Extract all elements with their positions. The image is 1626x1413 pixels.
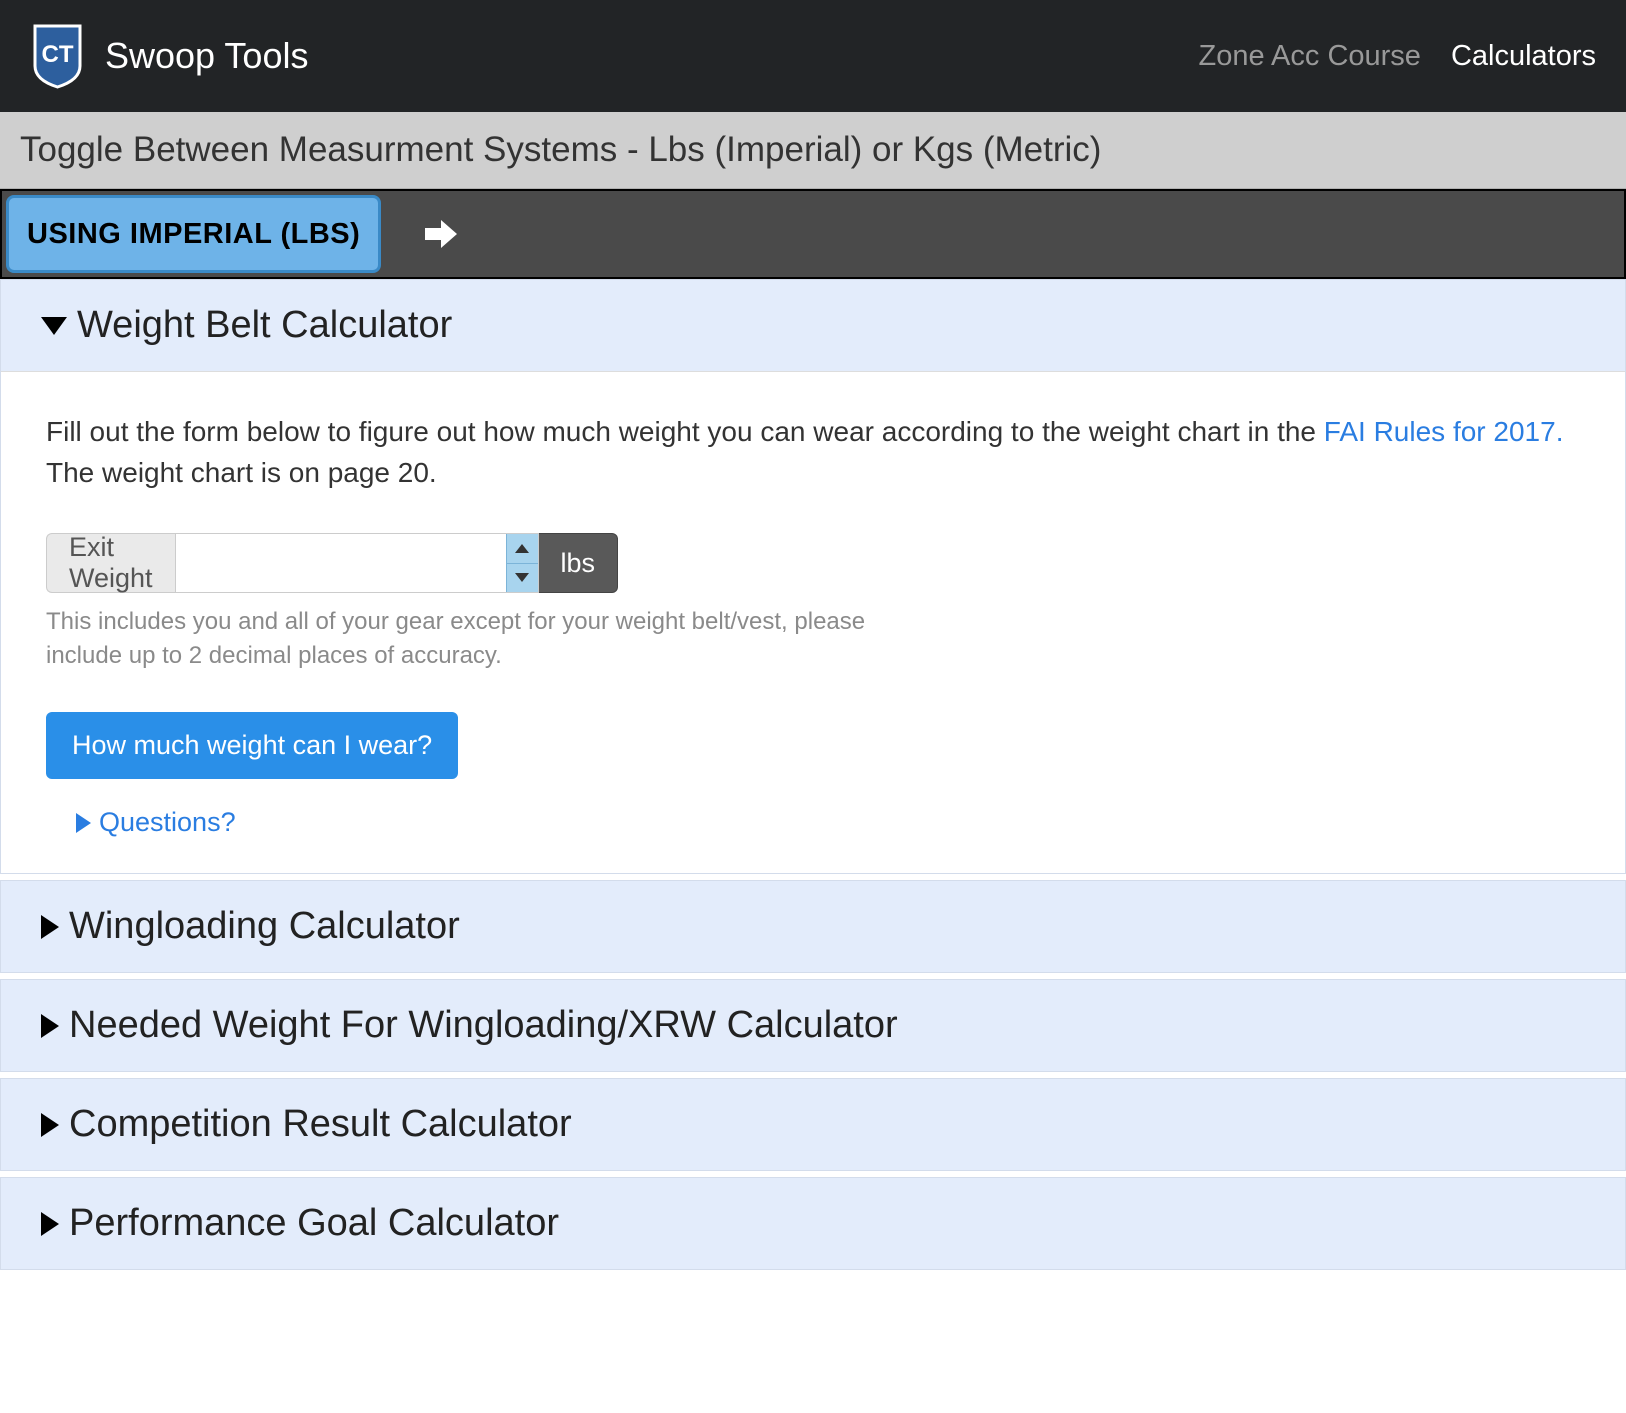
exit-weight-unit: lbs xyxy=(539,533,619,593)
exit-weight-label: Exit Weight xyxy=(46,533,175,593)
unit-toggle-next[interactable] xyxy=(385,191,497,277)
exit-weight-field-wrapper xyxy=(175,533,539,593)
nav-link-calculators[interactable]: Calculators xyxy=(1451,40,1596,73)
chevron-right-icon xyxy=(41,915,59,939)
brand-title[interactable]: Swoop Tools xyxy=(105,35,308,77)
accordion-title: Competition Result Calculator xyxy=(69,1103,572,1146)
exit-weight-input[interactable] xyxy=(176,534,506,592)
caret-down-icon xyxy=(515,573,529,582)
logo-icon: CT xyxy=(30,24,85,89)
chevron-right-icon xyxy=(41,1212,59,1236)
accordion-header-competition-result[interactable]: Competition Result Calculator xyxy=(1,1079,1625,1170)
fai-rules-link[interactable]: FAI Rules for 2017. xyxy=(1324,416,1564,447)
navbar: CT Swoop Tools Zone Acc Course Calculato… xyxy=(0,0,1626,112)
accordion-title: Needed Weight For Wingloading/XRW Calcul… xyxy=(69,1004,898,1047)
exit-weight-help: This includes you and all of your gear e… xyxy=(46,605,896,672)
accordion-title: Weight Belt Calculator xyxy=(77,304,452,347)
navbar-left: CT Swoop Tools xyxy=(30,24,308,89)
accordion-item-competition-result: Competition Result Calculator xyxy=(0,1078,1626,1171)
accordion-header-performance-goal[interactable]: Performance Goal Calculator xyxy=(1,1178,1625,1269)
chevron-down-icon xyxy=(41,317,67,335)
subheader: Toggle Between Measurment Systems - Lbs … xyxy=(0,112,1626,189)
accordion-header-needed-weight[interactable]: Needed Weight For Wingloading/XRW Calcul… xyxy=(1,980,1625,1071)
accordion-title: Wingloading Calculator xyxy=(69,905,460,948)
accordion-title: Performance Goal Calculator xyxy=(69,1202,559,1245)
stepper-down-button[interactable] xyxy=(507,564,538,593)
intro-prefix: Fill out the form below to figure out ho… xyxy=(46,416,1324,447)
arrow-right-icon xyxy=(425,220,457,248)
accordion-header-weight-belt[interactable]: Weight Belt Calculator xyxy=(1,280,1625,371)
accordion-header-wingloading[interactable]: Wingloading Calculator xyxy=(1,881,1625,972)
chevron-right-icon xyxy=(41,1014,59,1038)
accordion: Weight Belt Calculator Fill out the form… xyxy=(0,279,1626,1270)
intro-text: Fill out the form below to figure out ho… xyxy=(46,412,1580,493)
intro-suffix: The weight chart is on page 20. xyxy=(46,457,437,488)
questions-toggle[interactable]: Questions? xyxy=(76,807,1580,838)
accordion-item-performance-goal: Performance Goal Calculator xyxy=(0,1177,1626,1270)
unit-toggle-imperial[interactable]: USING IMPERIAL (LBS) xyxy=(6,195,381,273)
accordion-item-weight-belt: Weight Belt Calculator Fill out the form… xyxy=(0,279,1626,874)
unit-toggle-bar: USING IMPERIAL (LBS) xyxy=(0,189,1626,279)
accordion-body-weight-belt: Fill out the form below to figure out ho… xyxy=(1,371,1625,873)
exit-weight-stepper xyxy=(506,534,538,592)
accordion-item-wingloading: Wingloading Calculator xyxy=(0,880,1626,973)
svg-text:CT: CT xyxy=(42,41,74,68)
questions-label: Questions? xyxy=(99,807,236,838)
chevron-right-icon xyxy=(76,813,91,833)
navbar-right: Zone Acc Course Calculators xyxy=(1198,40,1596,73)
exit-weight-group: Exit Weight lbs xyxy=(46,533,596,593)
calculate-weight-button[interactable]: How much weight can I wear? xyxy=(46,712,458,779)
accordion-item-needed-weight: Needed Weight For Wingloading/XRW Calcul… xyxy=(0,979,1626,1072)
caret-up-icon xyxy=(515,544,529,553)
chevron-right-icon xyxy=(41,1113,59,1137)
stepper-up-button[interactable] xyxy=(507,534,538,564)
nav-link-zone-acc-course[interactable]: Zone Acc Course xyxy=(1198,40,1420,73)
